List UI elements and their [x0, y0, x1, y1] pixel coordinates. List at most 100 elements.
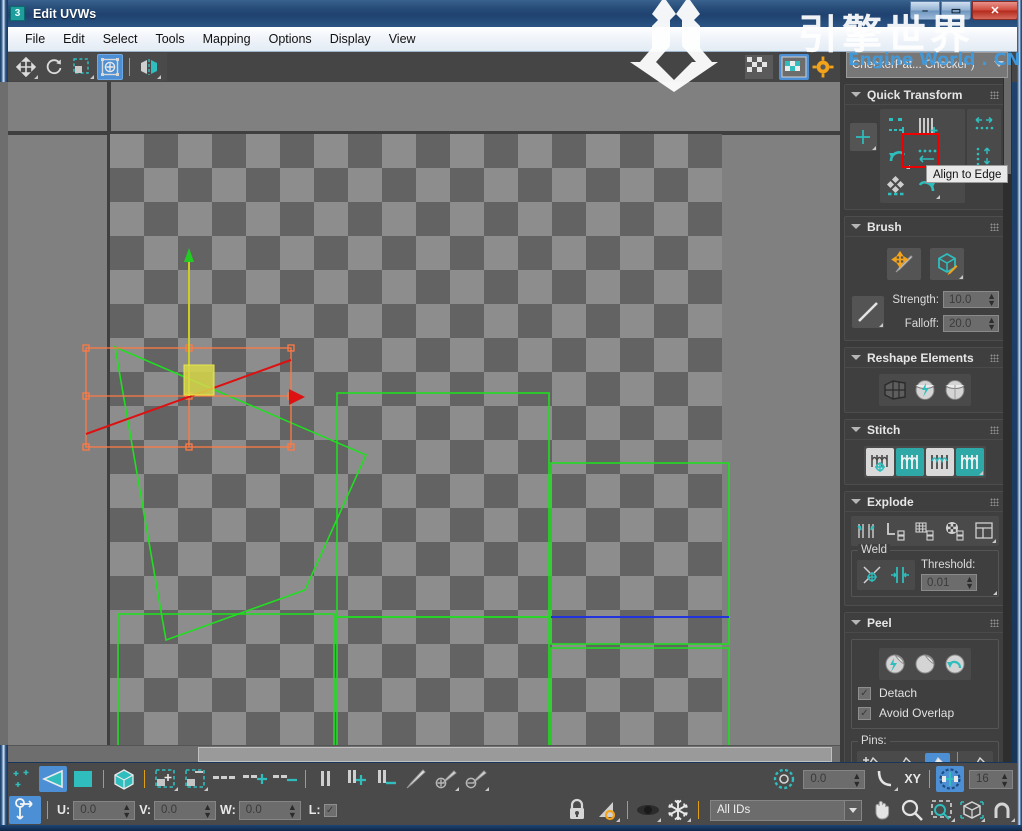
pin-remove-button[interactable] [892, 753, 917, 762]
spinner-arrows-icon[interactable]: ▲▼ [288, 803, 297, 819]
menu-file[interactable]: File [16, 29, 54, 49]
spinner-arrows-icon[interactable]: ▲▼ [122, 803, 131, 819]
pin-filter-button[interactable] [966, 753, 991, 762]
show-map-in-viewport-button[interactable] [779, 54, 809, 80]
shrink-selection-button[interactable] [181, 766, 209, 792]
scrollbar-thumb[interactable] [198, 747, 832, 762]
weld-selected-button[interactable] [887, 562, 913, 588]
checker-swatch[interactable] [745, 55, 773, 79]
element-sub-object-button[interactable] [110, 766, 138, 792]
break-by-normal-button[interactable] [971, 518, 997, 544]
panel-scrollbar[interactable] [1003, 52, 1012, 762]
weld-threshold-field[interactable]: 0.01 ▲▼ [921, 574, 977, 591]
quick-transform-flyout-button[interactable] [850, 123, 877, 151]
grid-size-field[interactable]: 16 ▲▼ [969, 770, 1013, 789]
spinner-arrows-icon[interactable]: ▲▼ [987, 293, 996, 307]
spinner-arrows-icon[interactable]: ▲▼ [852, 772, 861, 788]
grid-snap-button[interactable] [936, 766, 964, 792]
quick-peel-button[interactable] [881, 650, 909, 678]
rollout-header[interactable]: Stitch [845, 420, 1005, 440]
avoid-overlap-checkbox[interactable]: ✓ [858, 707, 871, 720]
padlock-icon[interactable] [563, 797, 591, 823]
maximize-button[interactable]: ▭ [941, 1, 971, 20]
break-by-material-id-button[interactable] [942, 518, 968, 544]
canvas-scrollbar-horizontal[interactable] [8, 745, 840, 762]
spinner-arrows-icon[interactable]: ▲▼ [987, 317, 996, 331]
v-field[interactable]: 0.0 ▲▼ [154, 801, 216, 820]
grow-ring-uv-button[interactable] [342, 766, 370, 792]
shrink-loop-uv-button[interactable] [271, 766, 299, 792]
brush-falloff-field[interactable]: 20.0 ▲▼ [943, 315, 999, 332]
detach-row[interactable]: ✓ Detach [858, 686, 992, 700]
menu-display[interactable]: Display [321, 29, 380, 49]
paint-select-dec-button[interactable] [462, 766, 490, 792]
face-sub-object-button[interactable] [69, 766, 97, 792]
w-field[interactable]: 0.0 ▲▼ [239, 801, 301, 820]
magnifier-icon[interactable] [898, 797, 926, 823]
rotate-snap-icon[interactable] [770, 766, 798, 792]
gear-icon[interactable] [812, 56, 834, 83]
edge-sub-object-button[interactable] [39, 766, 67, 792]
pin-live-peel-button[interactable] [925, 753, 950, 762]
eye-icon[interactable] [634, 797, 662, 823]
peel-reset-button[interactable] [941, 650, 969, 678]
quick-peel-button[interactable] [911, 376, 939, 404]
break-by-smoothing-button[interactable] [912, 518, 938, 544]
space-horizontal-button[interactable] [970, 112, 998, 140]
freeform-mode-button[interactable] [97, 54, 123, 80]
avoid-overlap-row[interactable]: ✓ Avoid Overlap [858, 706, 992, 720]
loop-uv-button[interactable] [211, 766, 239, 792]
rollout-header[interactable]: Peel [845, 613, 1005, 633]
mirror-curve-icon[interactable] [871, 766, 899, 792]
spinner-arrows-icon[interactable]: ▲▼ [965, 576, 974, 590]
pin-add-button[interactable] [859, 753, 884, 762]
menu-edit[interactable]: Edit [54, 29, 94, 49]
vertex-sub-object-button[interactable] [9, 766, 37, 792]
uv-editor-canvas[interactable] [8, 82, 840, 762]
canvas-scrollbar-vertical[interactable] [0, 82, 8, 745]
hand-icon[interactable] [868, 797, 896, 823]
spinner-arrows-icon[interactable]: ▲▼ [1000, 772, 1009, 788]
zoom-region-icon[interactable] [928, 797, 956, 823]
rotate-tool-button[interactable] [41, 54, 67, 80]
detach-checkbox[interactable]: ✓ [858, 687, 871, 700]
peel-mode-button[interactable] [911, 650, 939, 678]
grow-selection-button[interactable] [151, 766, 179, 792]
rollout-header[interactable]: Reshape Elements [845, 348, 1005, 368]
shrink-ring-uv-button[interactable] [372, 766, 400, 792]
lock-checkbox[interactable]: ✓ [324, 804, 337, 817]
menu-options[interactable]: Options [260, 29, 321, 49]
snap-magnet-icon[interactable] [988, 797, 1016, 823]
paint-move-brush-button[interactable] [887, 248, 921, 280]
grow-loop-uv-button[interactable] [241, 766, 269, 792]
stitch-target-button[interactable] [956, 448, 984, 476]
target-weld-button[interactable] [859, 562, 885, 588]
minimize-button[interactable]: – [910, 1, 940, 20]
break-selection-button[interactable] [853, 518, 879, 544]
uv-channel-combo[interactable]: CheckerPat... Checker ) [846, 52, 1008, 78]
u-field[interactable]: 0.0 ▲▼ [73, 801, 135, 820]
close-button[interactable]: ✕ [972, 1, 1018, 20]
snowflake-icon[interactable] [664, 797, 692, 823]
chevron-down-icon[interactable] [844, 801, 861, 820]
break-by-angle-button[interactable] [883, 518, 909, 544]
align-to-edge-button[interactable] [883, 172, 911, 200]
menu-tools[interactable]: Tools [146, 29, 193, 49]
mirror-tool-button[interactable] [136, 54, 162, 80]
menu-view[interactable]: View [380, 29, 425, 49]
menu-select[interactable]: Select [94, 29, 147, 49]
scale-tool-button[interactable] [69, 54, 95, 80]
menu-mapping[interactable]: Mapping [194, 29, 260, 49]
stitch-custom-button[interactable] [866, 448, 894, 476]
material-id-combo[interactable]: All IDs [710, 800, 862, 821]
spinner-arrows-icon[interactable]: ▲▼ [203, 803, 212, 819]
stitch-selected-button[interactable] [896, 448, 924, 476]
falloff-curve-button[interactable] [852, 296, 884, 328]
filter-faces-icon[interactable] [593, 797, 621, 823]
move-tool-button[interactable] [13, 54, 39, 80]
absolute-relative-toggle[interactable] [9, 796, 41, 824]
rotation-angle-field[interactable]: 0.0 ▲▼ [803, 770, 865, 789]
paint-select-inc-button[interactable] [432, 766, 460, 792]
relax-brush-button[interactable] [930, 248, 964, 280]
brush-strength-field[interactable]: 10.0 ▲▼ [943, 291, 999, 308]
